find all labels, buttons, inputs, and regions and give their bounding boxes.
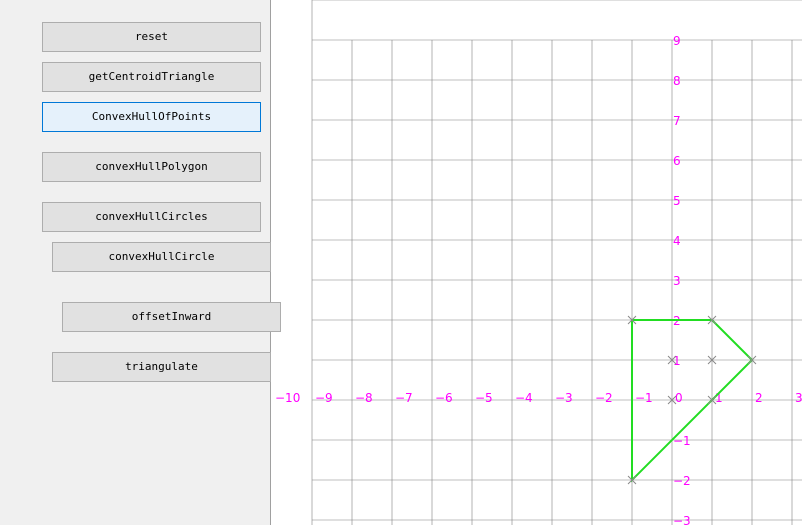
- y-tick-label: 7: [673, 114, 681, 128]
- offset-inward-button[interactable]: offsetInward: [62, 302, 281, 332]
- y-tick-label: −2: [673, 474, 691, 488]
- x-tick-label: 3: [795, 391, 802, 405]
- triangulate-button[interactable]: triangulate: [52, 352, 271, 382]
- x-tick-label: −1: [635, 391, 653, 405]
- x-tick-label: −2: [595, 391, 613, 405]
- y-tick-label: 5: [673, 194, 681, 208]
- x-tick-label: −10: [275, 391, 300, 405]
- convex-hull-circle-button[interactable]: convexHullCircle: [52, 242, 271, 272]
- plot-svg[interactable]: −10 −9 −8 −7 −6 −5 −4 −3 −2 −1 0 1 2 3987654321−1−2−3: [272, 0, 802, 528]
- get-centroid-triangle-button[interactable]: getCentroidTriangle: [42, 62, 261, 92]
- x-tick-label: −3: [555, 391, 573, 405]
- y-tick-label: 8: [673, 74, 681, 88]
- x-tick-label: −8: [355, 391, 373, 405]
- x-tick-label: −7: [395, 391, 413, 405]
- convex-hull-polygon-button[interactable]: convexHullPolygon: [42, 152, 261, 182]
- y-tick-label: 1: [673, 354, 681, 368]
- control-panel: reset getCentroidTriangle ConvexHullOfPo…: [0, 0, 281, 525]
- x-tick-label: 2: [755, 391, 763, 405]
- y-tick-label: 9: [673, 34, 681, 48]
- y-tick-label: −3: [673, 514, 691, 525]
- y-tick-label: 3: [673, 274, 681, 288]
- plot-canvas[interactable]: −10 −9 −8 −7 −6 −5 −4 −3 −2 −1 0 1 2 3 9 8 7 6 5 4 3 2 1 −1 −2 −3: [272, 0, 802, 528]
- x-tick-label: −9: [315, 391, 333, 405]
- y-tick-label: 6: [673, 154, 681, 168]
- x-tick-label: −4: [515, 391, 533, 405]
- x-tick-label: −5: [475, 391, 493, 405]
- x-tick-label: 0: [675, 391, 683, 405]
- y-tick-label: 4: [673, 234, 681, 248]
- reset-button[interactable]: reset: [42, 22, 261, 52]
- convex-hull-circles-button[interactable]: convexHullCircles: [42, 202, 261, 232]
- x-tick-label: −6: [435, 391, 453, 405]
- convex-hull-of-points-button[interactable]: ConvexHullOfPoints: [42, 102, 261, 132]
